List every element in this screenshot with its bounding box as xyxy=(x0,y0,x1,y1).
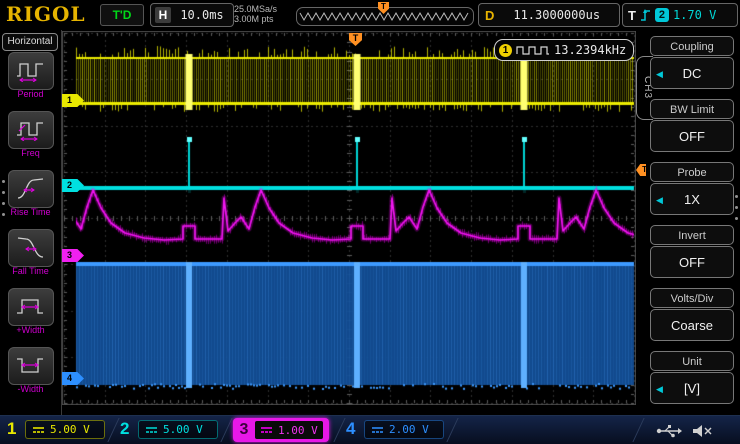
measure-fall-time-label: Fall Time xyxy=(0,266,61,276)
probe-softkey[interactable]: ◀ 1X xyxy=(650,183,734,215)
ch3-scale: 1.00 V xyxy=(278,424,318,437)
rise-time-icon xyxy=(16,177,46,201)
menu-page-dot xyxy=(2,213,5,216)
delay-readout: D 11.3000000us xyxy=(478,3,620,27)
ch3-selected-chip[interactable]: 3 1.00 V xyxy=(233,418,329,442)
dropdown-arrow-icon: ◀ xyxy=(656,184,663,216)
menu-page-dot xyxy=(2,202,5,205)
menu-page-dot xyxy=(735,195,738,198)
measure-minus-width-button[interactable] xyxy=(8,347,54,385)
ch1-scale-chip[interactable]: 5.00 V xyxy=(25,420,105,439)
ch4-scale: 2.00 V xyxy=(389,423,429,436)
brand-logo: RIGOL xyxy=(6,2,86,26)
coupling-value: DC xyxy=(683,66,702,81)
ch2-number[interactable]: 2 xyxy=(120,419,129,439)
timebase-readout[interactable]: H 10.0ms xyxy=(150,3,234,27)
invert-value: OFF xyxy=(679,255,705,270)
invert-softkey[interactable]: OFF xyxy=(650,246,734,278)
measure-minus-width-label: -Width xyxy=(0,384,61,394)
usb-icon xyxy=(656,423,682,439)
bw-limit-label: BW Limit xyxy=(650,99,734,119)
delay-icon: D xyxy=(485,8,494,23)
waveform-area: 1 13.2394kHz T T 1 2 3 4 xyxy=(62,30,646,415)
measure-freq-label: Freq xyxy=(0,148,61,158)
menu-page-dot xyxy=(735,217,738,220)
pulse-train-icon xyxy=(516,44,550,56)
dc-coupling-icon xyxy=(146,426,157,434)
divider xyxy=(632,418,644,442)
volts-div-softkey[interactable]: Coarse xyxy=(650,309,734,341)
plus-width-icon xyxy=(16,296,46,318)
minus-width-icon xyxy=(16,355,46,377)
divider xyxy=(220,418,232,442)
rising-edge-icon xyxy=(640,8,651,22)
channel-status-bar: 1 5.00 V 2 5.00 V 3 1. xyxy=(0,415,740,444)
invert-label: Invert xyxy=(650,225,734,245)
ch2-scale: 5.00 V xyxy=(163,423,203,436)
dc-coupling-icon xyxy=(33,426,44,434)
speaker-muted-icon xyxy=(692,423,714,439)
probe-value: 1X xyxy=(684,192,700,207)
trigger-label: T xyxy=(628,8,636,23)
fall-time-icon xyxy=(16,236,46,260)
trigger-readout[interactable]: T 2 1.70 V xyxy=(622,3,738,27)
acquisition-readout: 25.0MSa/s 3.00M pts xyxy=(234,4,292,24)
divider xyxy=(446,418,458,442)
menu-page-dot xyxy=(2,191,5,194)
divider xyxy=(333,418,345,442)
ch1-number[interactable]: 1 xyxy=(7,419,16,439)
coupling-label: Coupling xyxy=(650,36,734,56)
ch3-number: 3 xyxy=(233,421,255,439)
measure-rise-time-label: Rise Time xyxy=(0,207,61,217)
counter-channel-badge: 1 xyxy=(499,44,512,57)
measure-period-label: Period xyxy=(0,89,61,99)
delay-value: 11.3000000us xyxy=(494,8,619,22)
measure-rise-time-button[interactable] xyxy=(8,170,54,208)
horizontal-icon: H xyxy=(155,7,171,23)
unit-value: [V] xyxy=(684,381,700,396)
unit-softkey[interactable]: ◀ [V] xyxy=(650,372,734,404)
trigger-status-badge: T'D xyxy=(100,4,144,26)
timebase-value: 10.0ms xyxy=(171,8,233,22)
divider xyxy=(107,418,119,442)
volts-div-label: Volts/Div xyxy=(650,288,734,308)
dropdown-arrow-icon: ◀ xyxy=(656,373,663,405)
counter-value: 13.2394kHz xyxy=(554,43,626,57)
sample-rate: 25.0MSa/s xyxy=(234,4,292,14)
measure-period-button[interactable] xyxy=(8,52,54,90)
frequency-counter: 1 13.2394kHz xyxy=(494,39,634,61)
measure-menu: Horizontal Period Freq xyxy=(0,30,62,415)
ch4-scale-chip[interactable]: 2.00 V xyxy=(364,420,444,439)
unit-label: Unit xyxy=(650,351,734,371)
measure-menu-title: Horizontal xyxy=(2,33,58,51)
measure-freq-button[interactable] xyxy=(8,111,54,149)
ch4-number[interactable]: 4 xyxy=(346,419,355,439)
oscilloscope-screen: RIGOL T'D H 10.0ms 25.0MSa/s 3.00M pts T… xyxy=(0,0,740,444)
dc-coupling-icon xyxy=(261,426,272,434)
period-icon xyxy=(16,60,46,82)
dc-coupling-icon xyxy=(372,426,383,434)
volts-div-value: Coarse xyxy=(671,318,713,333)
dropdown-arrow-icon: ◀ xyxy=(656,58,663,90)
ch2-scale-chip[interactable]: 5.00 V xyxy=(138,420,218,439)
menu-page-dot xyxy=(735,206,738,209)
top-status-bar: RIGOL T'D H 10.0ms 25.0MSa/s 3.00M pts T… xyxy=(0,0,740,30)
freq-icon xyxy=(16,119,46,141)
trigger-level-value: 1.70 V xyxy=(673,8,716,22)
memory-depth: 3.00M pts xyxy=(234,14,292,24)
probe-label: Probe xyxy=(650,162,734,182)
waveform-display xyxy=(62,31,636,405)
coupling-softkey[interactable]: ◀ DC xyxy=(650,57,734,89)
bw-limit-value: OFF xyxy=(679,129,705,144)
measure-fall-time-button[interactable] xyxy=(8,229,54,267)
menu-page-dot xyxy=(2,180,5,183)
measure-plus-width-label: +Width xyxy=(0,325,61,335)
ch1-scale: 5.00 V xyxy=(50,423,90,436)
measure-plus-width-button[interactable] xyxy=(8,288,54,326)
bw-limit-softkey[interactable]: OFF xyxy=(650,120,734,152)
channel-settings-menu: CH3 Coupling ◀ DC BW Limit OFF Probe ◀ 1… xyxy=(646,30,740,415)
trigger-source-badge: 2 xyxy=(655,8,669,22)
